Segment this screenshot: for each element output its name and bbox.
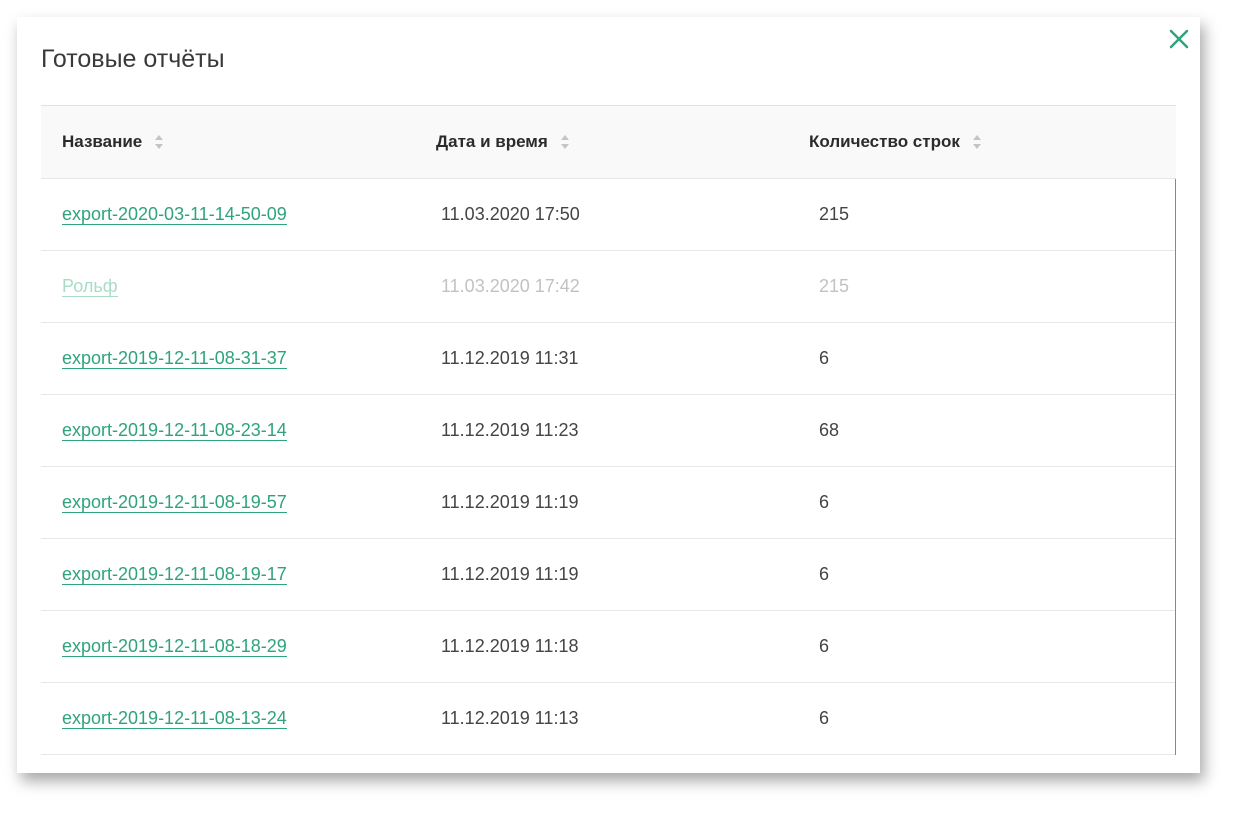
report-datetime: 11.12.2019 11:19 <box>441 564 579 584</box>
report-link[interactable]: export-2019-12-11-08-23-14 <box>62 420 287 441</box>
report-link[interactable]: export-2019-12-11-08-13-24 <box>62 708 287 729</box>
dialog-title: Готовые отчёты <box>41 45 225 73</box>
column-header-label: Количество строк <box>809 132 960 151</box>
table-row: export-2019-12-11-08-19-17 11.12.2019 11… <box>41 539 1175 611</box>
column-header-label: Дата и время <box>436 132 548 151</box>
column-header-rows[interactable]: Количество строк <box>809 106 982 178</box>
table-row: Рольф 11.03.2020 17:42 215 <box>41 251 1175 323</box>
sort-icon[interactable] <box>154 133 164 151</box>
report-row-count: 215 <box>819 204 850 224</box>
report-link[interactable]: export-2019-12-11-08-18-29 <box>62 636 287 657</box>
column-header-datetime[interactable]: Дата и время <box>436 106 570 178</box>
report-row-count: 6 <box>819 708 830 728</box>
reports-table: Название Дата и время Количество строк e… <box>41 105 1176 755</box>
report-datetime: 11.03.2020 17:42 <box>441 276 580 296</box>
table-header: Название Дата и время Количество строк <box>41 105 1176 179</box>
report-row-count: 215 <box>819 276 850 296</box>
column-header-label: Название <box>62 132 143 151</box>
report-row-count: 6 <box>819 564 830 584</box>
report-datetime: 11.12.2019 11:18 <box>441 636 579 656</box>
report-datetime: 11.03.2020 17:50 <box>441 204 580 224</box>
report-link[interactable]: export-2019-12-11-08-19-57 <box>62 492 287 513</box>
table-row: export-2019-12-11-08-31-37 11.12.2019 11… <box>41 323 1175 395</box>
report-row-count: 68 <box>819 420 840 440</box>
reports-dialog: Готовые отчёты Название Дата и время Кол… <box>17 17 1200 773</box>
report-datetime: 11.12.2019 11:19 <box>441 492 579 512</box>
sort-icon[interactable] <box>560 133 570 151</box>
report-datetime: 11.12.2019 11:13 <box>441 708 579 728</box>
report-link[interactable]: export-2019-12-11-08-19-17 <box>62 564 287 585</box>
sort-icon[interactable] <box>972 133 982 151</box>
table-row: export-2020-03-11-14-50-09 11.03.2020 17… <box>41 179 1175 251</box>
report-link[interactable]: Рольф <box>62 276 118 297</box>
report-row-count: 6 <box>819 492 830 512</box>
table-row: export-2019-12-11-08-18-29 11.12.2019 11… <box>41 611 1175 683</box>
table-row: export-2019-12-11-08-23-14 11.12.2019 11… <box>41 395 1175 467</box>
column-header-name[interactable]: Название <box>62 106 164 178</box>
table-row: export-2019-12-11-08-13-24 11.12.2019 11… <box>41 683 1175 755</box>
report-link[interactable]: export-2019-12-11-08-31-37 <box>62 348 287 369</box>
close-icon[interactable] <box>1165 25 1193 53</box>
report-row-count: 6 <box>819 348 830 368</box>
table-row: export-2019-12-11-08-19-57 11.12.2019 11… <box>41 467 1175 539</box>
report-row-count: 6 <box>819 636 830 656</box>
report-datetime: 11.12.2019 11:23 <box>441 420 579 440</box>
report-datetime: 11.12.2019 11:31 <box>441 348 579 368</box>
table-body: export-2020-03-11-14-50-09 11.03.2020 17… <box>41 179 1176 755</box>
report-link[interactable]: export-2020-03-11-14-50-09 <box>62 204 287 225</box>
